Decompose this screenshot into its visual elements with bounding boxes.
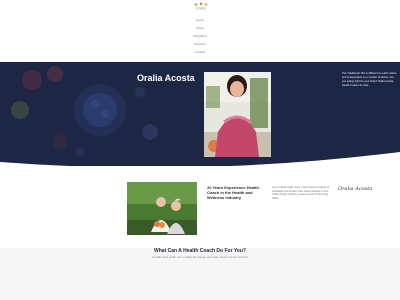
services-subtitle: A health coach guides you in making the … xyxy=(151,256,249,259)
services-title: What Can A Health Coach Do For You? xyxy=(154,248,246,254)
nav-item-about[interactable]: About xyxy=(190,24,210,32)
nav-item-home[interactable]: Home xyxy=(190,16,210,24)
logo-text: Oralia xyxy=(196,6,207,11)
hero-description: The "traditional" diet is different for … xyxy=(342,72,397,87)
hero-banner xyxy=(0,62,400,166)
experience-heading: 20 Years Experience Health Coach in the … xyxy=(207,185,259,200)
main-nav: Home About Programs Services Contact xyxy=(190,16,210,56)
logo[interactable]: Oralia xyxy=(190,2,212,11)
coach-portrait xyxy=(204,72,271,157)
site-header: Oralia Home About Programs Services Cont… xyxy=(0,0,400,62)
signature: Oralia Acosta xyxy=(338,186,373,192)
nav-item-programs[interactable]: Programs xyxy=(190,32,210,40)
couple-photo xyxy=(127,182,197,235)
hero-title: Oralia Acosta xyxy=(137,73,195,83)
nav-item-services[interactable]: Services xyxy=(190,40,210,48)
experience-text: As a certified health coach, I have help… xyxy=(272,186,330,200)
nav-item-contact[interactable]: Contact xyxy=(190,48,210,56)
